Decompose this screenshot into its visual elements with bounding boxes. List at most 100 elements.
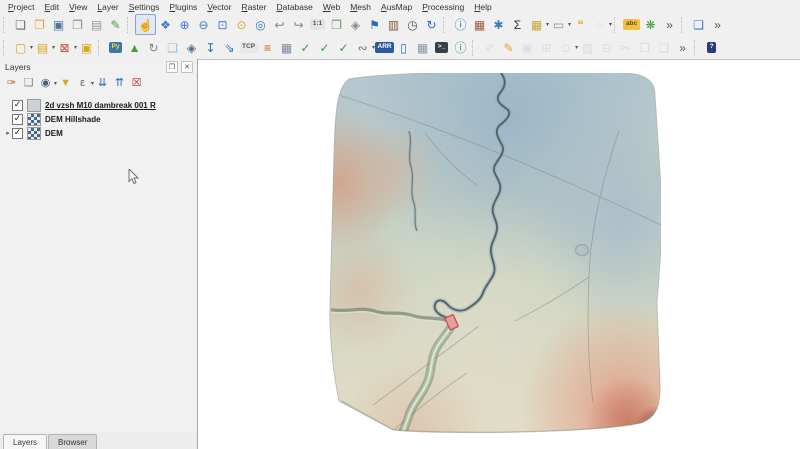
layer-row-1[interactable]: ✓ DEM Hillshade xyxy=(0,112,197,126)
menu-mesh[interactable]: Mesh xyxy=(345,1,376,13)
delete-selected-button[interactable]: ⊟ xyxy=(597,38,616,57)
attachments-button[interactable]: ∾ xyxy=(353,38,372,57)
save-edits-button[interactable]: ▣ xyxy=(518,38,537,57)
modify-attributes-button[interactable]: ▨ xyxy=(578,38,597,57)
import-layer-button[interactable]: ↧ xyxy=(201,38,220,57)
zoom-out-button[interactable]: ⊖ xyxy=(194,15,213,34)
measure-button[interactable]: ▭ xyxy=(549,15,568,34)
select-by-value-button[interactable]: ▣ xyxy=(77,38,96,57)
expand-all-button[interactable]: ⇊ xyxy=(94,75,111,92)
grid-tool-button[interactable]: ▦ xyxy=(413,38,432,57)
menu-vector[interactable]: Vector xyxy=(202,1,236,13)
pan-to-selection-button[interactable]: ❖ xyxy=(156,15,175,34)
help-button[interactable]: ? xyxy=(702,38,721,57)
menu-database[interactable]: Database xyxy=(271,1,317,13)
add-feature-button[interactable]: ⊞ xyxy=(537,38,556,57)
zoom-last-button[interactable]: ↩ xyxy=(270,15,289,34)
panel-close-button[interactable]: ✕ xyxy=(181,61,193,73)
layer-styles-button[interactable]: ≡ xyxy=(258,38,277,57)
model-designer-button[interactable]: ❑ xyxy=(163,38,182,57)
check-geometry-button[interactable]: ✓ xyxy=(296,38,315,57)
menu-web[interactable]: Web xyxy=(318,1,345,13)
cut-features-button[interactable]: ✂ xyxy=(616,38,635,57)
layer-visibility-checkbox[interactable]: ✓ xyxy=(12,99,23,111)
tab-layers[interactable]: Layers xyxy=(3,434,48,449)
menu-ausmap[interactable]: AusMap xyxy=(376,1,417,13)
terrain-tools-button[interactable]: ▲ xyxy=(125,38,144,57)
map-tips-button[interactable]: ❝ xyxy=(571,15,590,34)
style-manager-button[interactable]: ✎ xyxy=(106,15,125,34)
layer-visibility-checkbox[interactable]: ✓ xyxy=(12,113,23,125)
notes-document-button[interactable]: ▯ xyxy=(394,38,413,57)
open-layer-styling-button[interactable]: ✑ xyxy=(3,75,20,92)
add-group-button[interactable]: ❏ xyxy=(20,75,37,92)
filter-legend-button[interactable]: ▼ xyxy=(57,75,74,92)
export-layer-button[interactable]: ⇘ xyxy=(220,38,239,57)
python-console-button[interactable]: Py xyxy=(106,38,125,57)
statistics-panel-button[interactable]: ▦ xyxy=(470,15,489,34)
deselect-features-button[interactable]: ⊠ xyxy=(55,38,74,57)
topology-checker-button[interactable]: ✓ xyxy=(334,38,353,57)
arr-data-tool-button[interactable]: ARR xyxy=(375,38,395,57)
zoom-to-layer-button[interactable]: ◎ xyxy=(251,15,270,34)
layer-label[interactable]: DEM Hillshade xyxy=(45,115,101,124)
check-validity-button[interactable]: ✓ xyxy=(315,38,334,57)
menu-edit[interactable]: Edit xyxy=(39,1,64,13)
toggle-editing-button[interactable]: ✎ xyxy=(499,38,518,57)
open-field-calculator-button[interactable]: ▦ xyxy=(527,15,546,34)
layout-manager-button[interactable]: ▤ xyxy=(87,15,106,34)
zoom-to-selection-button[interactable]: ⊙ xyxy=(232,15,251,34)
zoom-next-button[interactable]: ↪ xyxy=(289,15,308,34)
tcp-connection-button[interactable]: TCP xyxy=(239,38,258,57)
nominatim-search-dropdown-arrow[interactable]: ▾ xyxy=(609,21,612,28)
filter-by-expression-button[interactable]: ε xyxy=(74,75,91,92)
collapse-all-button[interactable]: ⇈ xyxy=(111,75,128,92)
panel-float-button[interactable]: ❐ xyxy=(166,61,178,73)
new-spatial-bookmark-button[interactable]: ⚑ xyxy=(365,15,384,34)
identify-features-button[interactable]: ⓘ xyxy=(451,15,470,34)
metadata-info-button[interactable]: ⓘ xyxy=(451,38,470,57)
show-statistical-summary-button[interactable]: Σ xyxy=(508,15,527,34)
menu-settings[interactable]: Settings xyxy=(124,1,165,13)
georeferencer-button[interactable]: ◈ xyxy=(182,38,201,57)
refresh-map-button[interactable]: ↻ xyxy=(422,15,441,34)
layer-row-2[interactable]: ▸ ✓ DEM xyxy=(0,126,197,140)
paste-features-button[interactable]: ❏ xyxy=(654,38,673,57)
current-edits-button[interactable]: ✐ xyxy=(480,38,499,57)
vertex-tool-button[interactable]: ⊙ xyxy=(556,38,575,57)
new-map-view-button[interactable]: ❒ xyxy=(327,15,346,34)
processing-history-button[interactable]: ↻ xyxy=(144,38,163,57)
zoom-full-button[interactable]: ⊡ xyxy=(213,15,232,34)
map-canvas[interactable] xyxy=(198,59,800,449)
menu-raster[interactable]: Raster xyxy=(236,1,271,13)
menu-help[interactable]: Help xyxy=(469,1,496,13)
layer-label[interactable]: DEM xyxy=(45,129,63,138)
raster-image-tool-button[interactable]: ▦ xyxy=(277,38,296,57)
manage-map-themes-button[interactable]: ◉ xyxy=(37,75,54,92)
os-console-button[interactable]: >_ xyxy=(432,38,451,57)
zoom-in-button[interactable]: ⊕ xyxy=(175,15,194,34)
new-print-layout-button[interactable]: ❐ xyxy=(68,15,87,34)
nominatim-search-button[interactable]: ○ xyxy=(590,15,609,34)
toolbar-overflow-b-button[interactable]: » xyxy=(708,15,727,34)
save-project-button[interactable]: ▣ xyxy=(49,15,68,34)
menu-plugins[interactable]: Plugins xyxy=(164,1,202,13)
duplicate-layers-button[interactable]: ❏ xyxy=(689,15,708,34)
layer-row-0[interactable]: ✓ 2d vzsh M10 dambreak 001 R xyxy=(0,98,197,112)
new-project-button[interactable]: ❏ xyxy=(11,15,30,34)
menu-processing[interactable]: Processing xyxy=(417,1,469,13)
menu-layer[interactable]: Layer xyxy=(92,1,123,13)
zoom-native-button[interactable]: 1:1 xyxy=(308,15,327,34)
layer-label[interactable]: 2d vzsh M10 dambreak 001 R xyxy=(45,101,156,110)
menu-view[interactable]: View xyxy=(64,1,92,13)
show-bookmarks-button[interactable]: ▥ xyxy=(384,15,403,34)
select-features-button[interactable]: ▢ xyxy=(11,38,30,57)
remove-layer-button[interactable]: ☒ xyxy=(128,75,145,92)
open-project-button[interactable]: ❒ xyxy=(30,15,49,34)
select-by-form-button[interactable]: ▤ xyxy=(33,38,52,57)
layer-labeling-button[interactable]: abc xyxy=(622,15,641,34)
pan-map-button[interactable]: ☝ xyxy=(135,14,156,35)
copy-features-button[interactable]: ❐ xyxy=(635,38,654,57)
temporal-controller-button[interactable]: ◷ xyxy=(403,15,422,34)
layer-visibility-checkbox[interactable]: ✓ xyxy=(12,127,23,139)
